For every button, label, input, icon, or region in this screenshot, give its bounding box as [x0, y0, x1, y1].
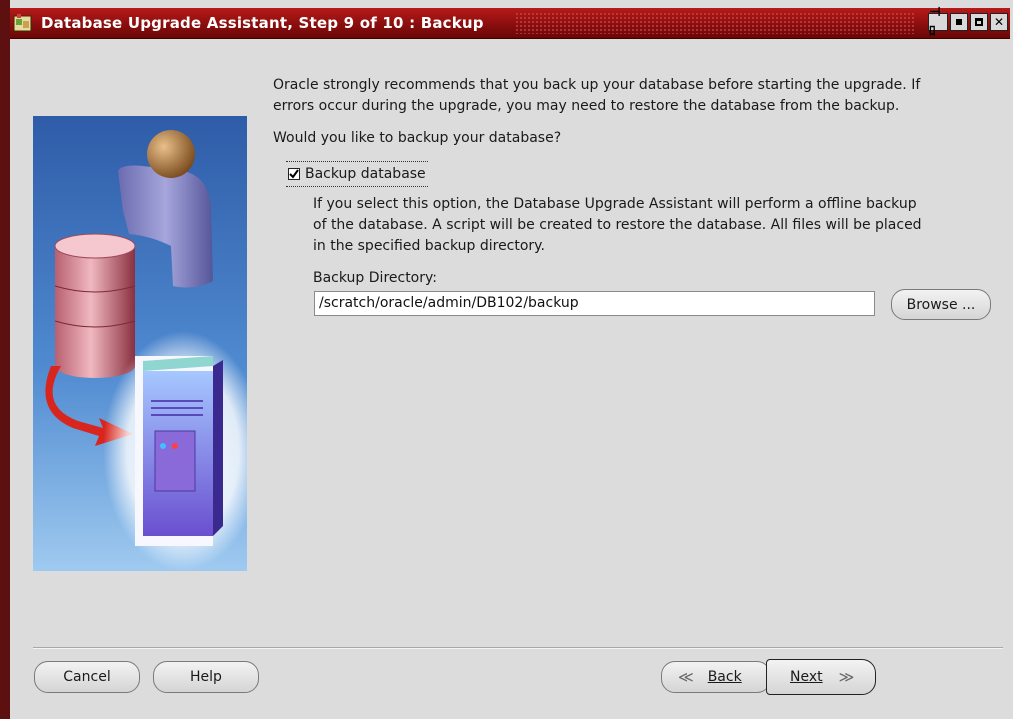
close-icon[interactable]: ✕ — [990, 13, 1008, 31]
browse-button[interactable]: Browse ... — [891, 289, 991, 320]
back-button[interactable]: ≪ Back — [661, 661, 771, 693]
check-icon — [289, 169, 299, 179]
backup-desc-line-2: of the database. A script will be create… — [313, 217, 922, 233]
back-button-label: Back — [707, 669, 742, 685]
help-button[interactable]: Help — [153, 661, 259, 693]
cancel-button[interactable]: Cancel — [34, 661, 140, 693]
next-arrow-icon: ≫ — [838, 668, 855, 686]
dialog-window: Database Upgrade Assistant, Step 9 of 10… — [0, 0, 1013, 719]
question-text: Would you like to backup your database? — [273, 130, 562, 146]
backup-desc-line-1: If you select this option, the Database … — [313, 196, 917, 212]
next-button[interactable]: Next ≫ — [766, 659, 876, 695]
app-icon[interactable] — [13, 13, 33, 33]
next-button-label: Next — [790, 669, 823, 685]
title-bar[interactable]: Database Upgrade Assistant, Step 9 of 10… — [10, 5, 1010, 39]
upgrade-illustration — [33, 116, 247, 571]
back-arrow-icon: ≪ — [678, 668, 694, 686]
titlebar-texture — [515, 12, 915, 34]
backup-directory-input[interactable]: /scratch/oracle/admin/DB102/backup — [314, 291, 875, 316]
backup-desc-line-3: in the specified backup directory. — [313, 238, 545, 254]
window-edge — [0, 0, 10, 719]
footer-separator — [33, 647, 1003, 649]
intro-line-1: Oracle strongly recommends that you back… — [273, 77, 921, 93]
backup-database-label: Backup database — [305, 165, 426, 182]
backup-database-checkbox[interactable]: Backup database — [286, 161, 428, 187]
pin-icon[interactable]: ⊣ﾛ — [928, 5, 948, 39]
window-title: Database Upgrade Assistant, Step 9 of 10… — [41, 14, 484, 32]
backup-directory-label: Backup Directory: — [313, 270, 437, 286]
maximize-icon[interactable] — [970, 13, 988, 31]
intro-text: Oracle strongly recommends that you back… — [273, 75, 1003, 117]
minimize-icon[interactable] — [950, 13, 968, 31]
checkbox-box[interactable] — [288, 168, 300, 180]
backup-description: If you select this option, the Database … — [313, 194, 1003, 257]
content-area: Oracle strongly recommends that you back… — [10, 39, 1013, 719]
intro-line-2: errors occur during the upgrade, you may… — [273, 98, 900, 114]
